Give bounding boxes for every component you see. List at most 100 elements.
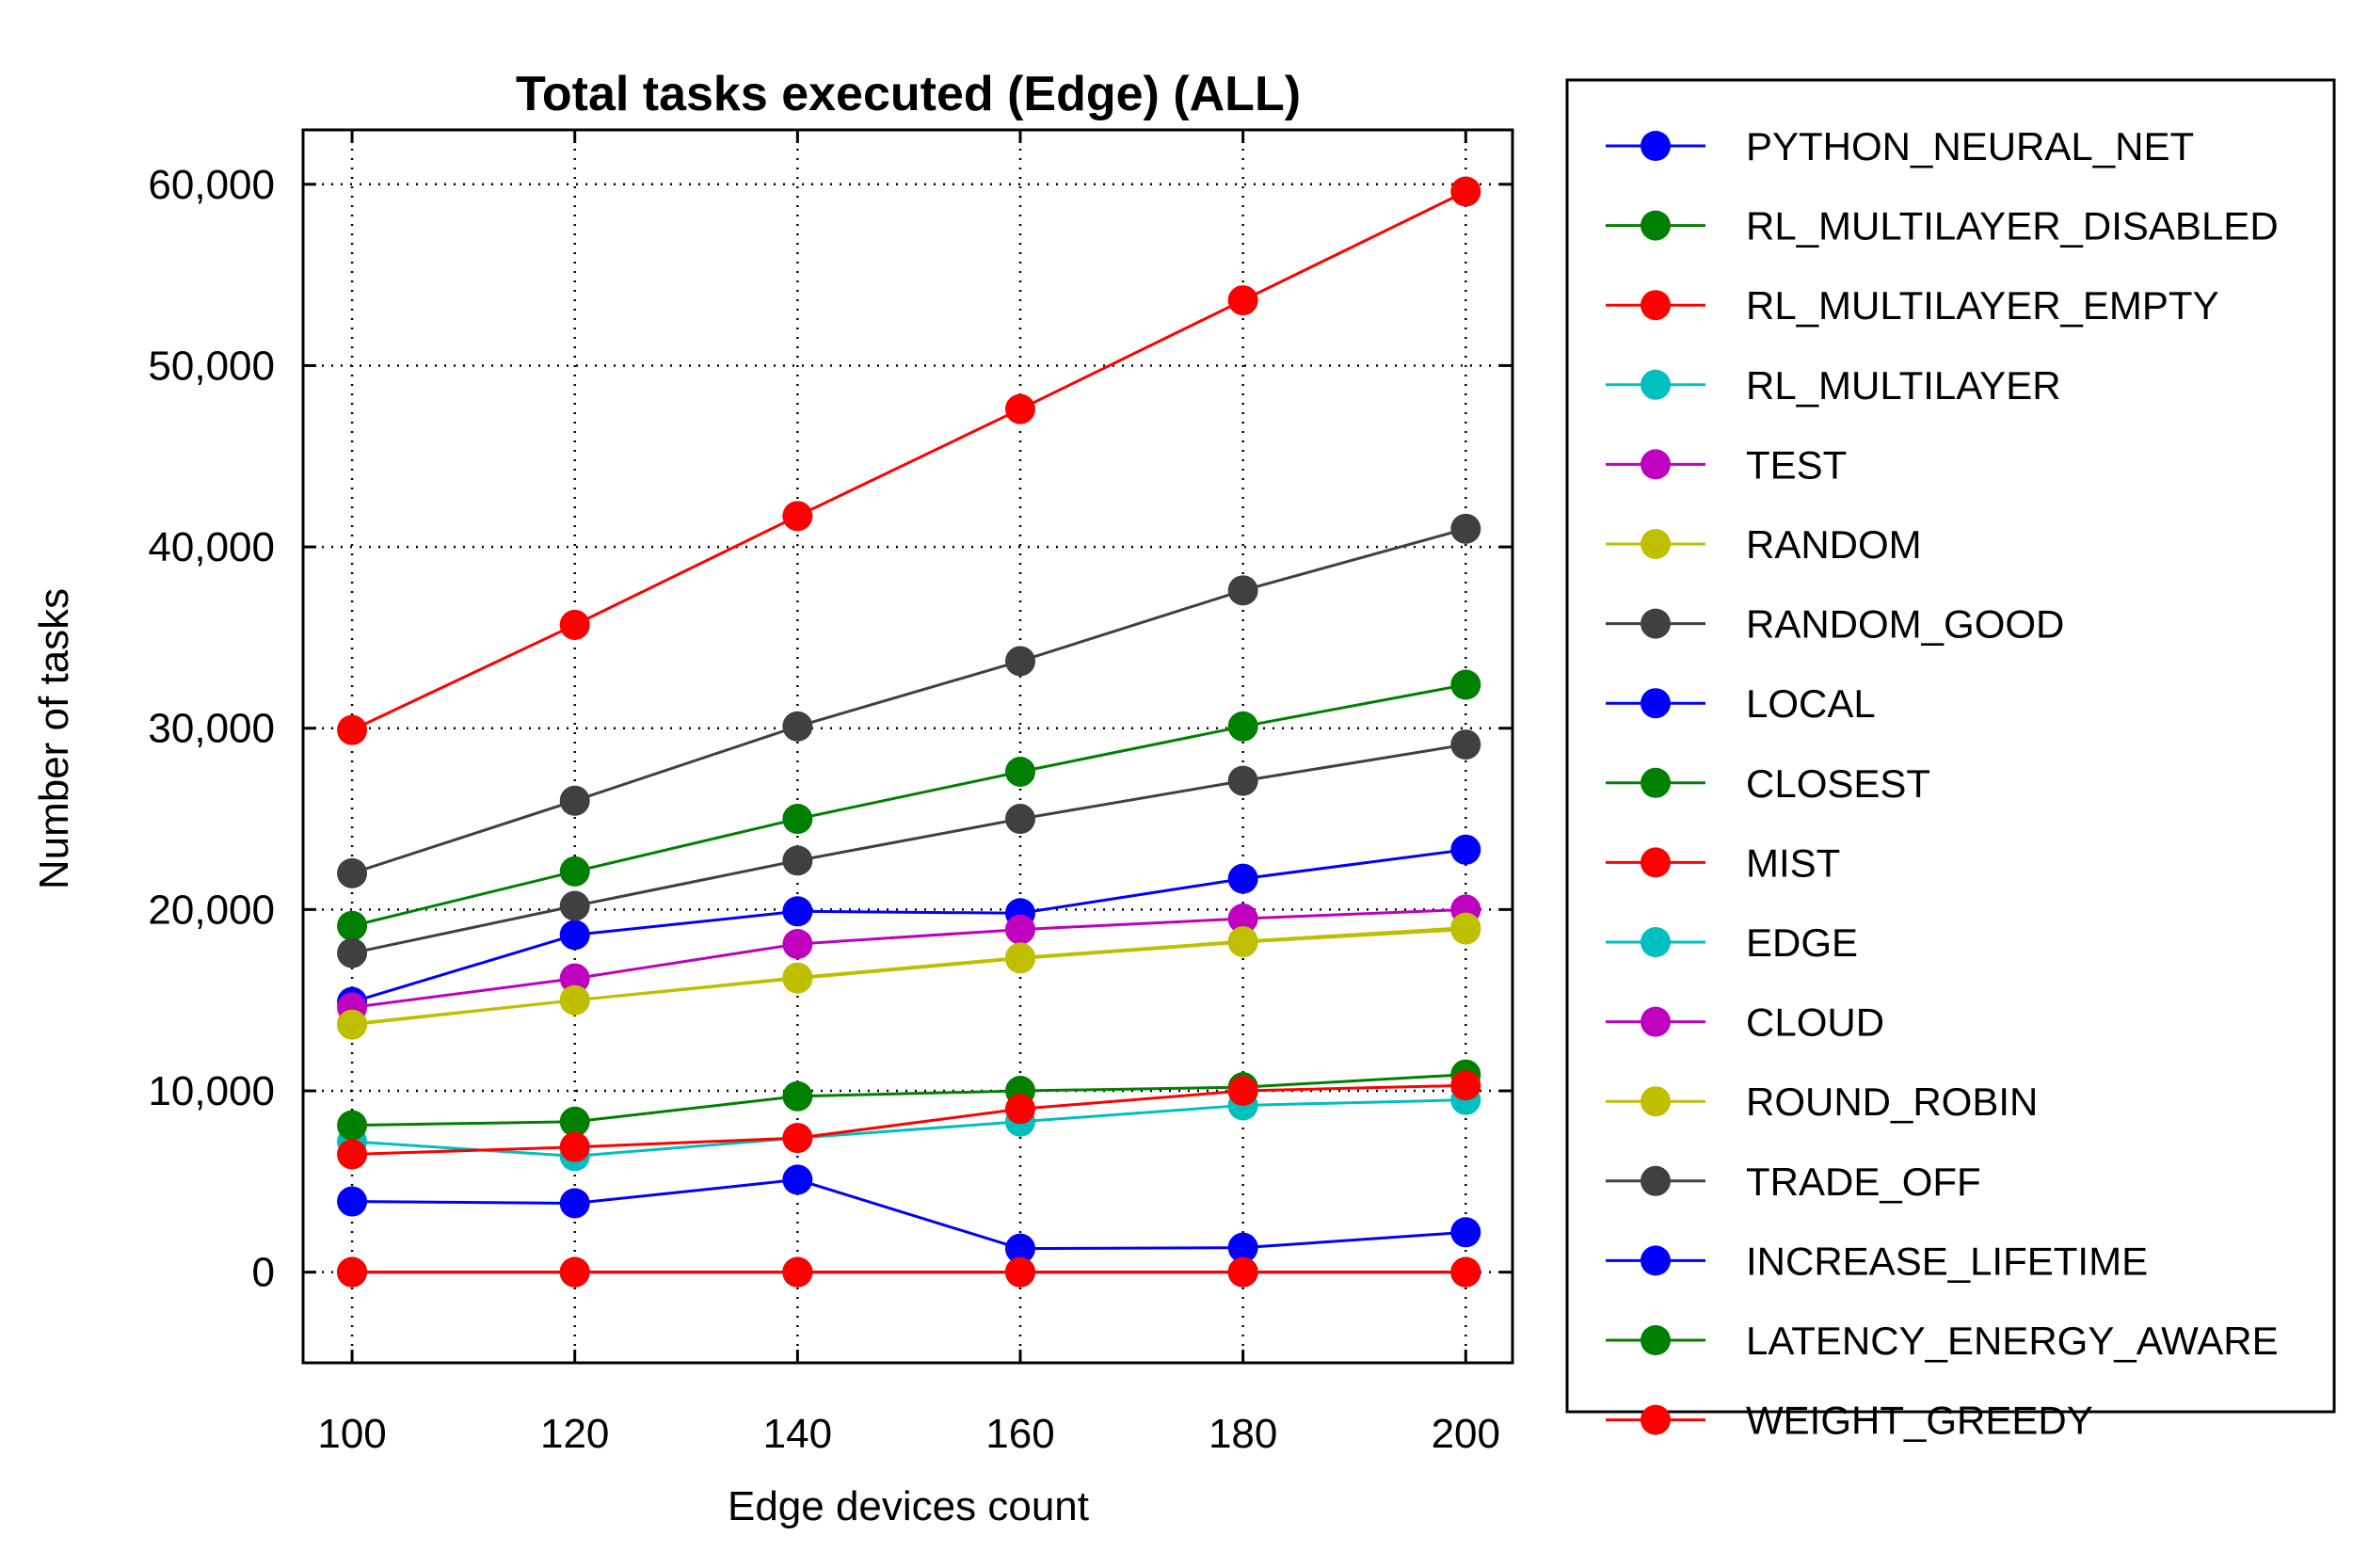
series-random — [337, 914, 1481, 1039]
legend-label: TRADE_OFF — [1746, 1160, 1981, 1204]
legend-label: PYTHON_NEURAL_NET — [1746, 124, 2194, 168]
data-point — [1227, 926, 1258, 957]
x-tick-label: 180 — [1209, 1411, 1277, 1457]
data-point — [559, 984, 590, 1016]
data-point — [337, 1256, 368, 1288]
legend-label: LATENCY_ENERGY_AWARE — [1746, 1319, 2279, 1363]
legend-marker — [1641, 847, 1671, 878]
data-point — [1227, 1256, 1258, 1288]
data-point — [1450, 1070, 1481, 1101]
data-point — [559, 856, 590, 887]
data-point — [1450, 513, 1481, 544]
data-point — [1005, 942, 1036, 973]
legend-label: WEIGHT_GREEDY — [1746, 1399, 2093, 1443]
data-point — [559, 1256, 590, 1288]
data-point — [337, 1186, 368, 1217]
series-line — [351, 926, 1466, 1027]
series-closest — [337, 1059, 1481, 1141]
data-point — [1227, 711, 1258, 742]
y-tick-label: 60,000 — [148, 162, 275, 208]
data-point — [337, 714, 368, 745]
data-point — [1450, 912, 1481, 943]
data-point — [337, 937, 368, 968]
legend: PYTHON_NEURAL_NET RL_MULTILAYER_DISABLED R… — [1565, 78, 2336, 1443]
legend-label: RANDOM — [1746, 522, 1922, 567]
y-tick-label: 40,000 — [148, 524, 275, 570]
legend-marker — [1641, 210, 1671, 241]
series-mist — [337, 1070, 1481, 1170]
data-point — [1227, 863, 1258, 894]
legend-frame — [1565, 78, 2336, 1414]
data-point — [1450, 729, 1481, 760]
legend-marker — [1641, 131, 1671, 161]
legend-marker — [1641, 529, 1671, 559]
series-line — [351, 928, 1466, 1026]
legend-marker — [1641, 1404, 1671, 1435]
data-point — [1450, 176, 1481, 207]
chart-title: Total tasks executed (Edge) (ALL) — [516, 67, 1301, 121]
data-point — [782, 845, 813, 876]
series-random-good — [337, 513, 1481, 888]
data-point — [1450, 834, 1481, 865]
legend-marker — [1641, 449, 1671, 480]
data-point — [559, 1131, 590, 1162]
series-line — [352, 1083, 1466, 1156]
y-tick-label: 20,000 — [148, 887, 275, 933]
legend-marker — [1641, 1325, 1671, 1355]
series-line — [351, 190, 1466, 732]
grid — [303, 130, 1513, 1363]
series-line — [351, 848, 1466, 1004]
data-point — [337, 1110, 368, 1141]
series-local — [337, 1164, 1481, 1264]
legend-label: MIST — [1746, 840, 1840, 885]
legend-marker — [1641, 608, 1671, 639]
data-point — [782, 1256, 813, 1288]
y-tick-label: 30,000 — [148, 706, 275, 752]
data-point — [782, 962, 813, 993]
x-tick-label: 120 — [540, 1411, 609, 1457]
y-tick-label: 50,000 — [148, 343, 275, 389]
data-point — [1005, 1256, 1036, 1288]
legend-label: RL_MULTILAYER_DISABLED — [1746, 204, 2279, 248]
data-point — [559, 785, 590, 816]
legend-marker — [1641, 767, 1671, 798]
data-point — [559, 890, 590, 921]
legend-label: CLOSEST — [1746, 761, 1930, 806]
x-tick-label: 160 — [985, 1411, 1054, 1457]
data-point — [1005, 393, 1036, 424]
data-point — [782, 501, 813, 532]
series-line — [351, 907, 1466, 1009]
data-point — [782, 1080, 813, 1112]
data-point — [559, 609, 590, 640]
series-line — [352, 1073, 1466, 1128]
series-rl-multilayer-disabled — [337, 669, 1481, 941]
data-point — [1227, 765, 1258, 796]
legend-marker — [1641, 1006, 1671, 1037]
series-rl-multilayer — [337, 1084, 1481, 1172]
data-point — [337, 1009, 368, 1040]
data-point — [782, 896, 813, 927]
plot-frame — [301, 128, 1514, 1365]
legend-label: ROUND_ROBIN — [1746, 1080, 2038, 1124]
data-point — [1227, 285, 1258, 316]
y-axis-label: Number of tasks — [31, 588, 77, 889]
y-tick-label: 0 — [252, 1250, 275, 1296]
legend-marker — [1641, 369, 1671, 400]
data-point — [1227, 575, 1258, 606]
legend-marker — [1641, 1165, 1671, 1196]
series-rl-multilayer-empty — [337, 176, 1481, 745]
data-point — [1005, 914, 1036, 945]
series-line — [351, 743, 1466, 955]
legend-label: RL_MULTILAYER_EMPTY — [1746, 283, 2219, 328]
data-point — [782, 711, 813, 742]
series-trade-off — [337, 729, 1481, 968]
data-point — [337, 1139, 368, 1170]
data-point — [782, 1164, 813, 1195]
data-point — [1005, 756, 1036, 787]
legend-label: LOCAL — [1746, 681, 1876, 726]
legend-label: RL_MULTILAYER — [1746, 363, 2061, 408]
line-chart: Total tasks executed (Edge) (ALL) 100 120… — [31, 67, 2336, 1529]
x-tick-label: 140 — [763, 1411, 832, 1457]
data-point — [559, 1188, 590, 1219]
series-weight-greedy — [337, 1256, 1481, 1288]
